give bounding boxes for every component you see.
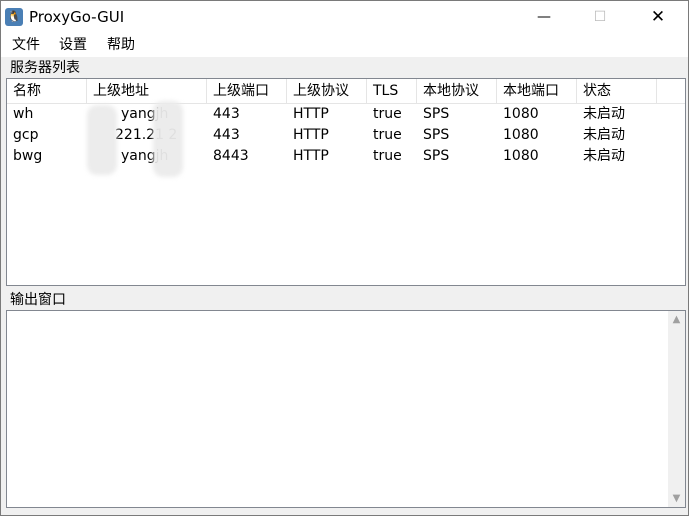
menu-settings[interactable]: 设置 bbox=[57, 36, 89, 54]
cell-upstream-protocol: HTTP bbox=[293, 106, 329, 122]
menu-file[interactable]: 文件 bbox=[10, 36, 42, 54]
output-textarea[interactable]: ▲ ▼ bbox=[6, 310, 686, 508]
cell-local-port: 1080 bbox=[503, 148, 539, 164]
scroll-down-icon[interactable]: ▼ bbox=[668, 490, 685, 507]
cell-status: 未启动 bbox=[583, 127, 625, 143]
redaction-mask bbox=[87, 105, 117, 175]
cell-local-protocol: SPS bbox=[423, 127, 450, 143]
cell-local-protocol: SPS bbox=[423, 106, 450, 122]
cell-upstream-port: 443 bbox=[213, 106, 240, 122]
vertical-scrollbar[interactable]: ▲ ▼ bbox=[668, 311, 685, 507]
col-upstream-address[interactable]: 上级地址 bbox=[87, 79, 207, 103]
cell-local-port: 1080 bbox=[503, 106, 539, 122]
app-window: 🐧 ProxyGo-GUI — ☐ ✕ 文件 设置 帮助 服务器列表 名称 上级… bbox=[0, 0, 689, 516]
server-list[interactable]: 名称 上级地址 上级端口 上级协议 TLS 本地协议 本地端口 状态 wh ya… bbox=[6, 78, 686, 286]
col-local-protocol[interactable]: 本地协议 bbox=[417, 79, 497, 103]
cell-upstream-protocol: HTTP bbox=[293, 127, 329, 143]
cell-upstream-port: 8443 bbox=[213, 148, 249, 164]
menu-help[interactable]: 帮助 bbox=[105, 36, 137, 54]
minimize-button[interactable]: — bbox=[521, 1, 567, 33]
cell-tls: true bbox=[373, 148, 402, 164]
menu-bar: 文件 设置 帮助 bbox=[1, 33, 688, 57]
window-title: ProxyGo-GUI bbox=[29, 8, 125, 26]
close-button[interactable]: ✕ bbox=[635, 1, 681, 33]
col-local-port[interactable]: 本地端口 bbox=[497, 79, 577, 103]
cell-upstream-port: 443 bbox=[213, 127, 240, 143]
maximize-button[interactable]: ☐ bbox=[577, 1, 623, 33]
col-status[interactable]: 状态 bbox=[577, 79, 657, 103]
col-name[interactable]: 名称 bbox=[7, 79, 87, 103]
col-upstream-protocol[interactable]: 上级协议 bbox=[287, 79, 367, 103]
title-bar[interactable]: 🐧 ProxyGo-GUI — ☐ ✕ bbox=[1, 1, 688, 33]
cell-name: bwg bbox=[13, 148, 43, 164]
cell-tls: true bbox=[373, 106, 402, 122]
col-tls[interactable]: TLS bbox=[367, 79, 417, 103]
scroll-up-icon[interactable]: ▲ bbox=[668, 311, 685, 328]
redaction-mask bbox=[153, 101, 183, 177]
cell-name: gcp bbox=[13, 127, 39, 143]
server-list-label: 服务器列表 bbox=[10, 60, 82, 76]
penguin-icon: 🐧 bbox=[5, 8, 23, 26]
cell-name: wh bbox=[13, 106, 34, 122]
col-upstream-port[interactable]: 上级端口 bbox=[207, 79, 287, 103]
cell-local-protocol: SPS bbox=[423, 148, 450, 164]
cell-tls: true bbox=[373, 127, 402, 143]
cell-local-port: 1080 bbox=[503, 127, 539, 143]
cell-upstream-protocol: HTTP bbox=[293, 148, 329, 164]
cell-status: 未启动 bbox=[583, 106, 625, 122]
output-window-label: 输出窗口 bbox=[10, 292, 68, 308]
server-list-header: 名称 上级地址 上级端口 上级协议 TLS 本地协议 本地端口 状态 bbox=[7, 79, 685, 104]
cell-status: 未启动 bbox=[583, 148, 625, 164]
